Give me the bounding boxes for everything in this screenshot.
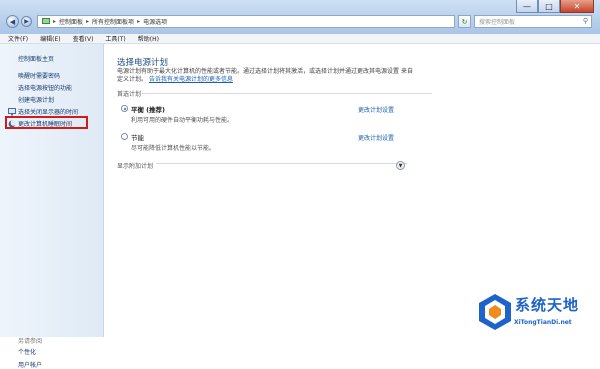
plan-desc-power-saver: 尽可能降低计算机性能以节能。 [131, 145, 216, 152]
logo-icon [479, 294, 511, 330]
maximize-button[interactable]: □ [538, 0, 560, 13]
menu-edit[interactable]: 编辑(E) [40, 34, 60, 43]
chevron-icon: ▸ [53, 18, 57, 25]
menu-view[interactable]: 查看(V) [73, 34, 94, 43]
forward-button[interactable]: ▶ [21, 16, 32, 27]
plan-tag-text: (推荐) [146, 106, 166, 114]
plan-radio-power-saver[interactable] [121, 133, 128, 140]
plan-name-text: 平衡 [131, 106, 144, 114]
search-input[interactable]: 搜索控制面板 ⚲ [474, 15, 592, 28]
sidebar-item-power-button[interactable]: 选择电源按钮的功能 [18, 83, 72, 92]
chevron-icon: ▸ [86, 18, 90, 25]
title-bar: — □ ✕ ◀ ▶ ▸ 控制面板 ▸ 所有控制面板项 ▸ 电源选项 ↻ 搜索控制… [0, 0, 600, 34]
divider [142, 93, 432, 94]
sidebar-item-create-plan[interactable]: 创建电源计划 [18, 95, 54, 104]
group-label: 首选计划 [117, 91, 142, 98]
sidebar-item-display-off[interactable]: 选择关闭显示器的时间 [8, 107, 78, 116]
divider [117, 163, 407, 164]
chevron-icon: ▸ [137, 18, 141, 25]
page-description: 电源计划有助于最大化计算机的性能或者节能。通过选择计划将其激活，或选择计划并通过… [117, 68, 417, 84]
search-icon: ⚲ [582, 17, 588, 25]
watermark-domain: XiTongTianDi.net [514, 319, 572, 326]
plan-name-power-saver[interactable]: 节能 [131, 132, 144, 142]
back-button[interactable]: ◀ [6, 15, 19, 28]
sidebar-item-user-accounts[interactable]: 用户帐户 [18, 360, 42, 369]
refresh-button[interactable]: ↻ [458, 15, 471, 28]
menu-file[interactable]: 文件(F) [8, 34, 28, 43]
back-arrow-icon: ◀ [9, 17, 16, 26]
sidebar-item-personalization[interactable]: 个性化 [18, 347, 36, 356]
refresh-icon: ↻ [461, 17, 468, 26]
page-title: 选择电源计划 [117, 58, 169, 68]
minimize-button[interactable]: — [516, 0, 538, 13]
chevron-down-icon: ▼ [398, 162, 403, 169]
control-panel-icon [42, 17, 50, 27]
highlight-box [5, 116, 88, 129]
see-also-heading: 另请参阅 [18, 338, 43, 345]
menu-tools[interactable]: 工具(T) [105, 34, 125, 43]
monitor-icon [8, 107, 16, 116]
task-pane: 控制面板主页 唤醒时需要密码 选择电源按钮的功能 创建电源计划 选择关闭显示器的… [0, 44, 104, 369]
change-plan-settings-balanced[interactable]: 更改计划设置 [358, 105, 394, 114]
plan-name-text: 节能 [131, 134, 144, 142]
breadcrumb-control-panel[interactable]: 控制面板 [59, 17, 83, 26]
plan-name-balanced[interactable]: 平衡 (推荐) [131, 104, 165, 114]
forward-arrow-icon: ▶ [24, 18, 29, 25]
search-placeholder: 搜索控制面板 [479, 19, 516, 26]
watermark-brand: 系统天地 [515, 296, 580, 314]
plan-desc-balanced: 利用可用的硬件自动平衡功耗与性能。 [131, 117, 234, 124]
watermark-logo: 系统天地 XiTongTianDi.net [478, 292, 596, 334]
learn-more-link[interactable]: 告诉我有关电源计划的更多信息 [149, 76, 233, 83]
breadcrumb-power-options[interactable]: 电源选项 [143, 17, 167, 26]
menu-help[interactable]: 帮助(H) [138, 34, 159, 43]
close-button[interactable]: ✕ [560, 0, 594, 13]
change-plan-settings-power-saver[interactable]: 更改计划设置 [358, 133, 394, 142]
window-controls: — □ ✕ [516, 0, 594, 13]
description-text: 电源计划有助于最大化计算机的性能或者节能。通过选择计划将其激活，或选择计划并通过… [117, 68, 400, 75]
breadcrumb-all-items[interactable]: 所有控制面板项 [92, 17, 134, 26]
expand-button[interactable]: ▼ [396, 161, 405, 170]
show-additional-plans[interactable]: 显示附加计划 [117, 161, 157, 170]
sidebar-item-wakeup-password[interactable]: 唤醒时需要密码 [18, 71, 60, 80]
sidebar-item-home[interactable]: 控制面板主页 [18, 54, 54, 63]
menu-bar: 文件(F) 编辑(E) 查看(V) 工具(T) 帮助(H) [0, 34, 600, 44]
plan-radio-balanced[interactable] [121, 105, 128, 112]
sidebar-item-label: 选择关闭显示器的时间 [18, 109, 79, 116]
address-bar[interactable]: ▸ 控制面板 ▸ 所有控制面板项 ▸ 电源选项 [37, 15, 455, 28]
